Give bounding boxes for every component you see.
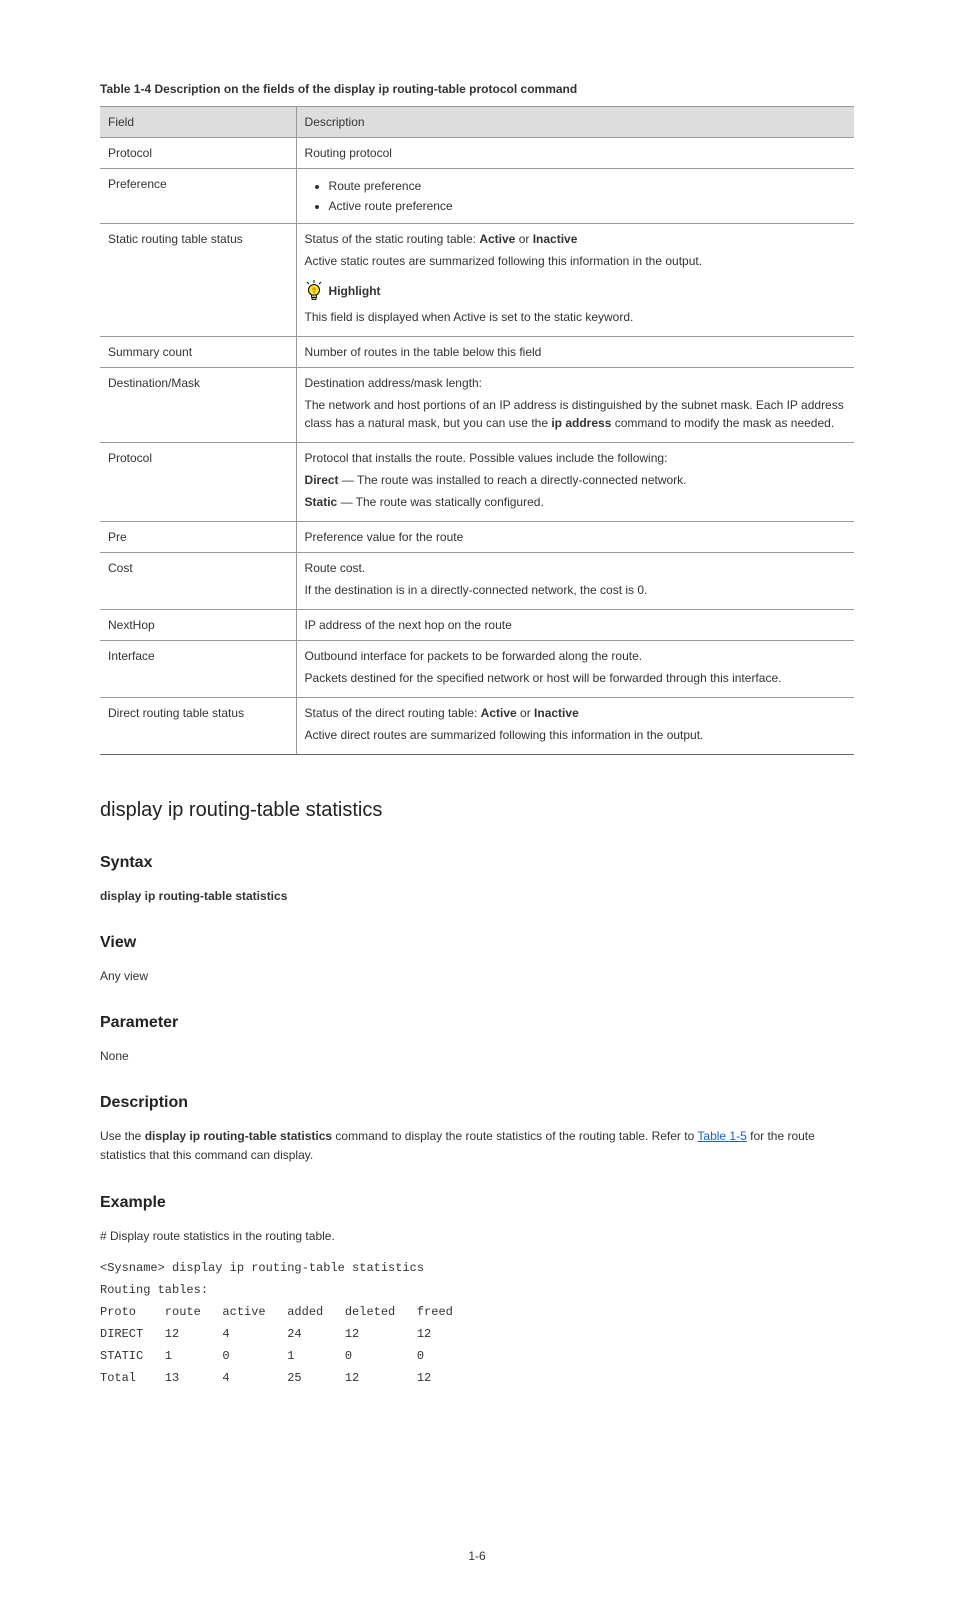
subsection-parameter: Parameter [100, 1011, 854, 1035]
cell-text: Active static routes are summarized foll… [305, 252, 846, 270]
cell-text-bold: Direct [305, 473, 339, 487]
cell-text: Active direct routes are summarized foll… [305, 726, 846, 744]
output-line: DIRECT 12 4 24 12 12 [100, 1325, 854, 1343]
cell-desc: Route preference Active route preference [296, 169, 854, 224]
list-item: Route preference [329, 177, 846, 195]
cell-text: Status of the direct routing table: [305, 706, 478, 720]
cell-text: Status of the static routing table: [305, 232, 476, 246]
desc-text: command to display the route statistics … [335, 1129, 697, 1143]
fields-table: Field Description Protocol Routing proto… [100, 106, 854, 755]
table-title-command: display ip routing-table protocol [334, 82, 517, 96]
subsection-description: Description [100, 1091, 854, 1115]
cell-desc: Route cost. If the destination is in a d… [296, 553, 854, 610]
desc-text: Use the [100, 1129, 145, 1143]
prompt-text: <Sysname> [100, 1261, 172, 1275]
cell-text-bold: Static [305, 495, 338, 509]
lightbulb-icon [305, 280, 323, 302]
cell-desc: Preference value for the route [296, 522, 854, 553]
cell-field: Pre [100, 522, 296, 553]
highlight-label: Highlight [329, 282, 381, 300]
list-item: Active route preference [329, 197, 846, 215]
table-header-field: Field [100, 107, 296, 138]
cell-field: Direct routing table status [100, 698, 296, 755]
cell-field: Cost [100, 553, 296, 610]
table-caption: Table 1-4 Description on the fields of t… [100, 80, 854, 98]
user-command: display ip routing-table statistics [172, 1261, 424, 1275]
cell-text: Destination address/mask length: [305, 374, 846, 392]
table-row: Static routing table status Status of th… [100, 224, 854, 337]
table-row: NextHop IP address of the next hop on th… [100, 610, 854, 641]
table-row: Summary count Number of routes in the ta… [100, 337, 854, 368]
table-row: Pre Preference value for the route [100, 522, 854, 553]
table-row: Protocol Protocol that installs the rout… [100, 443, 854, 522]
cell-field: Destination/Mask [100, 368, 296, 443]
cell-text: Protocol that installs the route. Possib… [305, 449, 846, 467]
table-ref: Table 1-4 [100, 82, 151, 96]
page-number: 1-6 [100, 1547, 854, 1565]
desc-command: display ip routing-table statistics [145, 1129, 332, 1143]
cell-desc: Outbound interface for packets to be for… [296, 641, 854, 698]
cell-desc: Protocol that installs the route. Possib… [296, 443, 854, 522]
cell-field: Protocol [100, 138, 296, 169]
output-line: Routing tables: [100, 1281, 854, 1299]
cell-desc: Status of the static routing table: Acti… [296, 224, 854, 337]
syntax-command: display ip routing-table statistics [100, 887, 854, 905]
table-title-suffix: command [521, 82, 578, 96]
subsection-view: View [100, 931, 854, 955]
cell-text-bold: Inactive [533, 232, 578, 246]
cell-field: Interface [100, 641, 296, 698]
cell-field: Summary count [100, 337, 296, 368]
view-text: Any view [100, 967, 854, 985]
cell-text-bold: ip address [551, 416, 611, 430]
cell-field: Preference [100, 169, 296, 224]
output-line: STATIC 1 0 1 0 0 [100, 1347, 854, 1365]
cell-desc: Number of routes in the table below this… [296, 337, 854, 368]
cell-text: Route cost. [305, 559, 846, 577]
cell-field: NextHop [100, 610, 296, 641]
table-row: Direct routing table status Status of th… [100, 698, 854, 755]
parameter-text: None [100, 1047, 854, 1065]
cell-text-bold: Inactive [534, 706, 579, 720]
subsection-example: Example [100, 1191, 854, 1215]
table-header-description: Description [296, 107, 854, 138]
cell-desc: Status of the direct routing table: Acti… [296, 698, 854, 755]
cell-text-bold: Active [481, 706, 517, 720]
output-line: Proto route active added deleted freed [100, 1303, 854, 1321]
cell-text: or [520, 706, 534, 720]
cell-text: Outbound interface for packets to be for… [305, 647, 846, 665]
cell-desc: Routing protocol [296, 138, 854, 169]
cell-text: Packets destined for the specified netwo… [305, 669, 846, 687]
cell-desc: IP address of the next hop on the route [296, 610, 854, 641]
cell-text: — The route was statically configured. [341, 495, 544, 509]
table-row: Interface Outbound interface for packets… [100, 641, 854, 698]
cell-text: If the destination is in a directly-conn… [305, 581, 846, 599]
cell-text: This field is displayed when Active is s… [305, 308, 846, 326]
cell-text: or [519, 232, 533, 246]
cell-text: command to modify the mask as needed. [615, 416, 834, 430]
table-row: Cost Route cost. If the destination is i… [100, 553, 854, 610]
table-link[interactable]: Table 1-5 [697, 1129, 746, 1143]
output-line: Total 13 4 25 12 12 [100, 1369, 854, 1387]
cell-desc: Destination address/mask length: The net… [296, 368, 854, 443]
table-row: Preference Route preference Active route… [100, 169, 854, 224]
cell-field: Protocol [100, 443, 296, 522]
command-output: <Sysname> display ip routing-table stati… [100, 1259, 854, 1387]
table-title-text: Description on the fields of the [154, 82, 330, 96]
table-row: Destination/Mask Destination address/mas… [100, 368, 854, 443]
cell-text: — The route was installed to reach a dir… [342, 473, 687, 487]
cell-field: Static routing table status [100, 224, 296, 337]
subsection-syntax: Syntax [100, 851, 854, 875]
example-intro: # Display route statistics in the routin… [100, 1227, 854, 1246]
cell-text-bold: Active [479, 232, 515, 246]
description-paragraph: Use the display ip routing-table statist… [100, 1127, 854, 1165]
section-heading: display ip routing-table statistics [100, 795, 854, 825]
table-row: Protocol Routing protocol [100, 138, 854, 169]
